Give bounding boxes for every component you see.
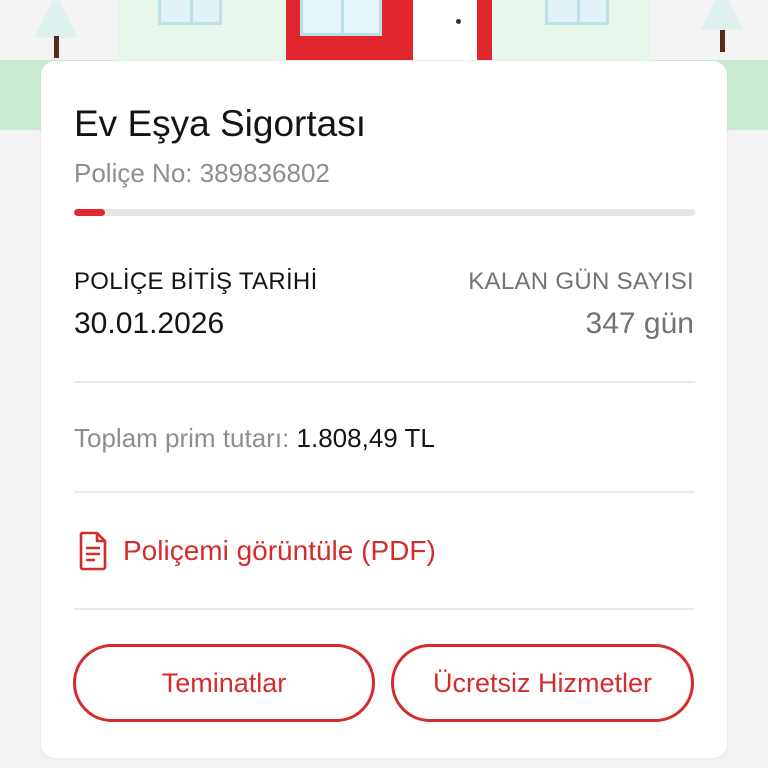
window-left — [158, 0, 222, 25]
policy-number: Poliçe No: 389836802 — [74, 158, 330, 188]
policy-title: Ev Eşya Sigortası — [74, 103, 367, 144]
view-policy-pdf-label[interactable]: Poliçemi görüntüle (PDF) — [123, 535, 436, 567]
remaining-days-value: 347 gün — [585, 307, 694, 340]
total-premium-value: 1.808,49 TL — [296, 423, 435, 453]
divider — [74, 491, 695, 493]
policy-progress-fill — [74, 209, 106, 216]
policy-card: Ev Eşya Sigortası Poliçe No: 389836802 P… — [41, 61, 727, 758]
end-date-label: POLİÇE BİTİŞ TARİHİ — [74, 268, 318, 295]
window-right — [545, 0, 609, 25]
policy-progress-bar — [74, 209, 695, 216]
total-premium-label: Toplam prim tutarı: — [74, 423, 290, 453]
divider — [74, 381, 695, 383]
end-date-value: 30.01.2026 — [74, 307, 225, 340]
total-premium: Toplam prim tutarı: 1.808,49 TL — [74, 423, 435, 454]
tree-left-trunk — [54, 36, 59, 58]
tree-right-trunk — [720, 30, 725, 52]
free-services-button[interactable]: Ücretsiz Hizmetler — [391, 644, 694, 722]
door — [413, 0, 477, 60]
coverages-button[interactable]: Teminatlar — [73, 644, 375, 722]
door-window — [300, 0, 382, 36]
document-icon — [79, 531, 107, 571]
view-policy-pdf-link[interactable]: Poliçemi görüntüle (PDF) — [79, 527, 436, 575]
divider — [74, 608, 695, 610]
tree-right — [700, 0, 744, 30]
door-knob — [456, 19, 461, 24]
tree-left — [34, 0, 78, 38]
remaining-days-label: KALAN GÜN SAYISI — [468, 268, 694, 295]
